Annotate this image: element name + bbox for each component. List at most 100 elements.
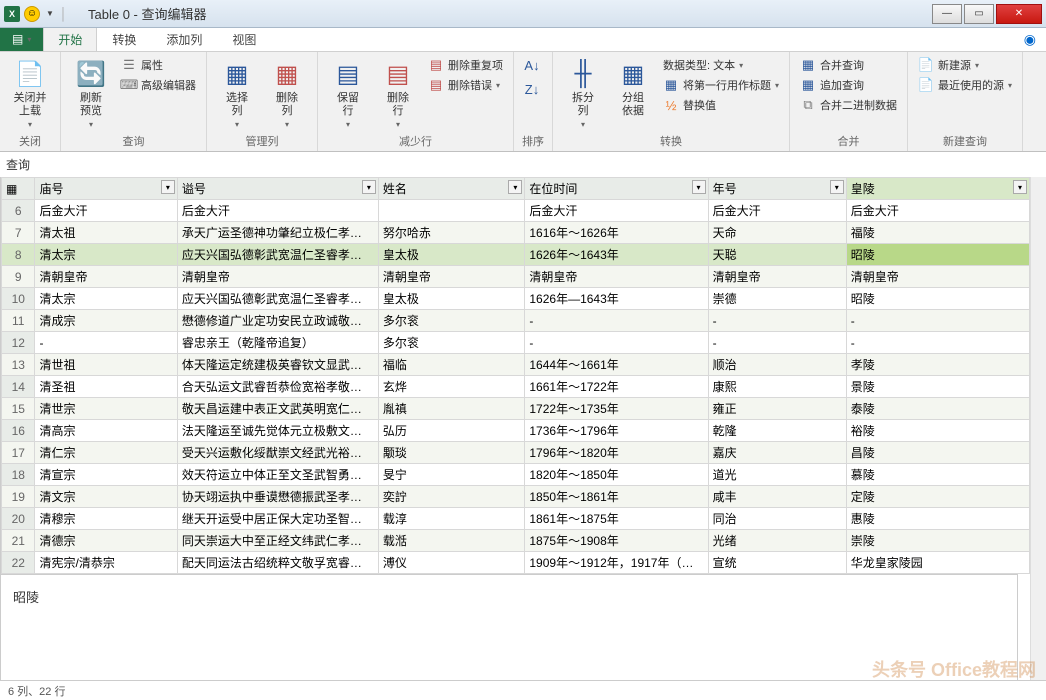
grid-cell[interactable]: 惠陵 xyxy=(846,508,1029,530)
row-number[interactable]: 16 xyxy=(2,420,35,442)
column-filter-icon[interactable]: ▾ xyxy=(692,180,706,194)
grid-cell[interactable]: 效天符运立中体正至文圣武智勇仁慈 xyxy=(177,464,378,486)
grid-cell[interactable]: 同天崇运大中至正经文纬武仁孝睿智 xyxy=(177,530,378,552)
column-header[interactable]: 在位时间▾ xyxy=(525,178,708,200)
group-by-button[interactable]: ▦ 分组 依据 xyxy=(611,56,655,120)
grid-cell[interactable]: 继天开运受中居正保大定功圣智诚孝 xyxy=(177,508,378,530)
remove-columns-button[interactable]: ▦ 删除 列▾ xyxy=(265,56,309,131)
grid-cell[interactable]: 1861年～1875年 xyxy=(525,508,708,530)
grid-cell[interactable]: 奕詝 xyxy=(378,486,525,508)
grid-cell[interactable]: 乾隆 xyxy=(708,420,846,442)
column-header[interactable]: 庙号▾ xyxy=(35,178,177,200)
append-query-button[interactable]: ▦追加查询 xyxy=(798,76,899,94)
grid-cell[interactable]: 皇太极 xyxy=(378,244,525,266)
tab-transform[interactable]: 转换 xyxy=(97,27,151,51)
table-row[interactable]: 17清仁宗受天兴运敷化绥猷崇文经武光裕孝恭颙琰1796年～1820年嘉庆昌陵 xyxy=(2,442,1030,464)
grid-cell[interactable]: 清圣祖 xyxy=(35,376,177,398)
grid-cell[interactable]: 清朝皇帝 xyxy=(846,266,1029,288)
grid-cell[interactable]: 后金大汗 xyxy=(525,200,708,222)
remove-rows-button[interactable]: ▤ 删除 行▾ xyxy=(376,56,420,131)
grid-cell[interactable]: 嘉庆 xyxy=(708,442,846,464)
row-number[interactable]: 13 xyxy=(2,354,35,376)
file-tab[interactable]: ▤▾ xyxy=(0,27,43,51)
grid-cell[interactable]: 旻宁 xyxy=(378,464,525,486)
grid-cell[interactable]: 1661年～1722年 xyxy=(525,376,708,398)
maximize-button[interactable]: ▭ xyxy=(964,4,994,24)
grid-cell[interactable]: - xyxy=(525,332,708,354)
grid-cell[interactable]: 1850年～1861年 xyxy=(525,486,708,508)
grid-cell[interactable]: 胤禛 xyxy=(378,398,525,420)
grid-cell[interactable]: 多尔衮 xyxy=(378,310,525,332)
table-row[interactable]: 12-睿忠亲王（乾隆帝追复）多尔衮--- xyxy=(2,332,1030,354)
grid-cell[interactable]: 清穆宗 xyxy=(35,508,177,530)
grid-cell[interactable]: 后金大汗 xyxy=(35,200,177,222)
sort-asc-button[interactable]: A↓ xyxy=(522,56,542,74)
column-filter-icon[interactable]: ▾ xyxy=(362,180,376,194)
grid-cell[interactable]: - xyxy=(35,332,177,354)
grid-cell[interactable]: 敬天昌运建中表正文武英明宽仁信毅 xyxy=(177,398,378,420)
grid-cell[interactable]: 载淳 xyxy=(378,508,525,530)
grid-cell[interactable]: 天聪 xyxy=(708,244,846,266)
grid-cell[interactable]: - xyxy=(708,332,846,354)
table-row[interactable]: 13清世祖体天隆运定统建极英睿钦文显武大德福临1644年～1661年顺治孝陵 xyxy=(2,354,1030,376)
grid-cell[interactable]: 协天翊运执中垂谟懋德振武圣孝渊恭 xyxy=(177,486,378,508)
close-button[interactable]: ✕ xyxy=(996,4,1042,24)
grid-cell[interactable]: 道光 xyxy=(708,464,846,486)
tab-start[interactable]: 开始 xyxy=(43,27,97,51)
grid-cell[interactable]: 清太祖 xyxy=(35,222,177,244)
row-number[interactable]: 17 xyxy=(2,442,35,464)
grid-cell[interactable]: 承天广运圣德神功肇纪立极仁孝睿武 xyxy=(177,222,378,244)
grid-cell[interactable]: 清朝皇帝 xyxy=(525,266,708,288)
grid-cell[interactable]: 福陵 xyxy=(846,222,1029,244)
row-number[interactable]: 19 xyxy=(2,486,35,508)
grid-cell[interactable]: 弘历 xyxy=(378,420,525,442)
table-row[interactable]: 20清穆宗继天开运受中居正保大定功圣智诚孝载淳1861年～1875年同治惠陵 xyxy=(2,508,1030,530)
row-number[interactable]: 7 xyxy=(2,222,35,244)
grid-cell[interactable]: 多尔衮 xyxy=(378,332,525,354)
grid-cell[interactable]: 体天隆运定统建极英睿钦文显武大德 xyxy=(177,354,378,376)
keep-rows-button[interactable]: ▤ 保留 行▾ xyxy=(326,56,370,131)
grid-cell[interactable]: 睿忠亲王（乾隆帝追复） xyxy=(177,332,378,354)
vertical-scrollbar[interactable] xyxy=(1030,177,1046,680)
table-row[interactable]: 7清太祖承天广运圣德神功肇纪立极仁孝睿武努尔哈赤1616年～1626年天命福陵 xyxy=(2,222,1030,244)
recent-sources-button[interactable]: 📄最近使用的源▾ xyxy=(916,76,1014,94)
grid-cell[interactable]: 颙琰 xyxy=(378,442,525,464)
split-column-button[interactable]: ╫ 拆分 列▾ xyxy=(561,56,605,131)
first-row-header-button[interactable]: ▦将第一行用作标题▾ xyxy=(661,76,781,94)
grid-cell[interactable]: 崇德 xyxy=(708,288,846,310)
help-icon[interactable]: ◉ xyxy=(1024,31,1036,48)
data-type-button[interactable]: 数据类型: 文本▾ xyxy=(661,56,781,74)
row-number[interactable]: 18 xyxy=(2,464,35,486)
table-row[interactable]: 14清圣祖合天弘运文武睿哲恭俭宽裕孝敬诚信玄烨1661年～1722年康熙景陵 xyxy=(2,376,1030,398)
remove-errors-button[interactable]: ▤删除错误▾ xyxy=(426,76,505,94)
new-source-button[interactable]: 📄新建源▾ xyxy=(916,56,1014,74)
grid-cell[interactable]: 宣统 xyxy=(708,552,846,574)
grid-cell[interactable]: 1644年～1661年 xyxy=(525,354,708,376)
qat-dropdown-icon[interactable]: ▼ xyxy=(44,9,56,18)
column-header[interactable]: 谥号▾ xyxy=(177,178,378,200)
grid-cell[interactable]: 清朝皇帝 xyxy=(177,266,378,288)
grid-cell[interactable]: 清成宗 xyxy=(35,310,177,332)
refresh-preview-button[interactable]: 🔄 刷新 预览▾ xyxy=(69,56,113,131)
grid-cell[interactable]: 清德宗 xyxy=(35,530,177,552)
grid-cell[interactable]: 天命 xyxy=(708,222,846,244)
table-row[interactable]: 11清成宗懋德修道广业定功安民立政诚敬义皇多尔衮--- xyxy=(2,310,1030,332)
grid-cell[interactable]: 光绪 xyxy=(708,530,846,552)
grid-cell[interactable]: 裕陵 xyxy=(846,420,1029,442)
grid-cell[interactable]: 康熙 xyxy=(708,376,846,398)
table-row[interactable]: 15清世宗敬天昌运建中表正文武英明宽仁信毅胤禛1722年～1735年雍正泰陵 xyxy=(2,398,1030,420)
grid-cell[interactable]: 泰陵 xyxy=(846,398,1029,420)
query-pane-label[interactable]: 查询 xyxy=(0,152,1046,177)
grid-cell[interactable]: 玄烨 xyxy=(378,376,525,398)
grid-cell[interactable]: 后金大汗 xyxy=(177,200,378,222)
grid-corner[interactable]: ▦ xyxy=(2,178,35,200)
grid-cell[interactable]: 应天兴国弘德彰武宽温仁圣睿孝敬敏 xyxy=(177,244,378,266)
grid-cell[interactable]: 配天同运法古绍统粹文敬孚宽睿正穆 xyxy=(177,552,378,574)
row-number[interactable]: 6 xyxy=(2,200,35,222)
grid-cell[interactable]: 1722年～1735年 xyxy=(525,398,708,420)
grid-cell[interactable]: 雍正 xyxy=(708,398,846,420)
merge-query-button[interactable]: ▦合并查询 xyxy=(798,56,899,74)
grid-cell[interactable]: 清宪宗/清恭宗 xyxy=(35,552,177,574)
grid-cell[interactable]: 同治 xyxy=(708,508,846,530)
grid-cell[interactable]: 慕陵 xyxy=(846,464,1029,486)
